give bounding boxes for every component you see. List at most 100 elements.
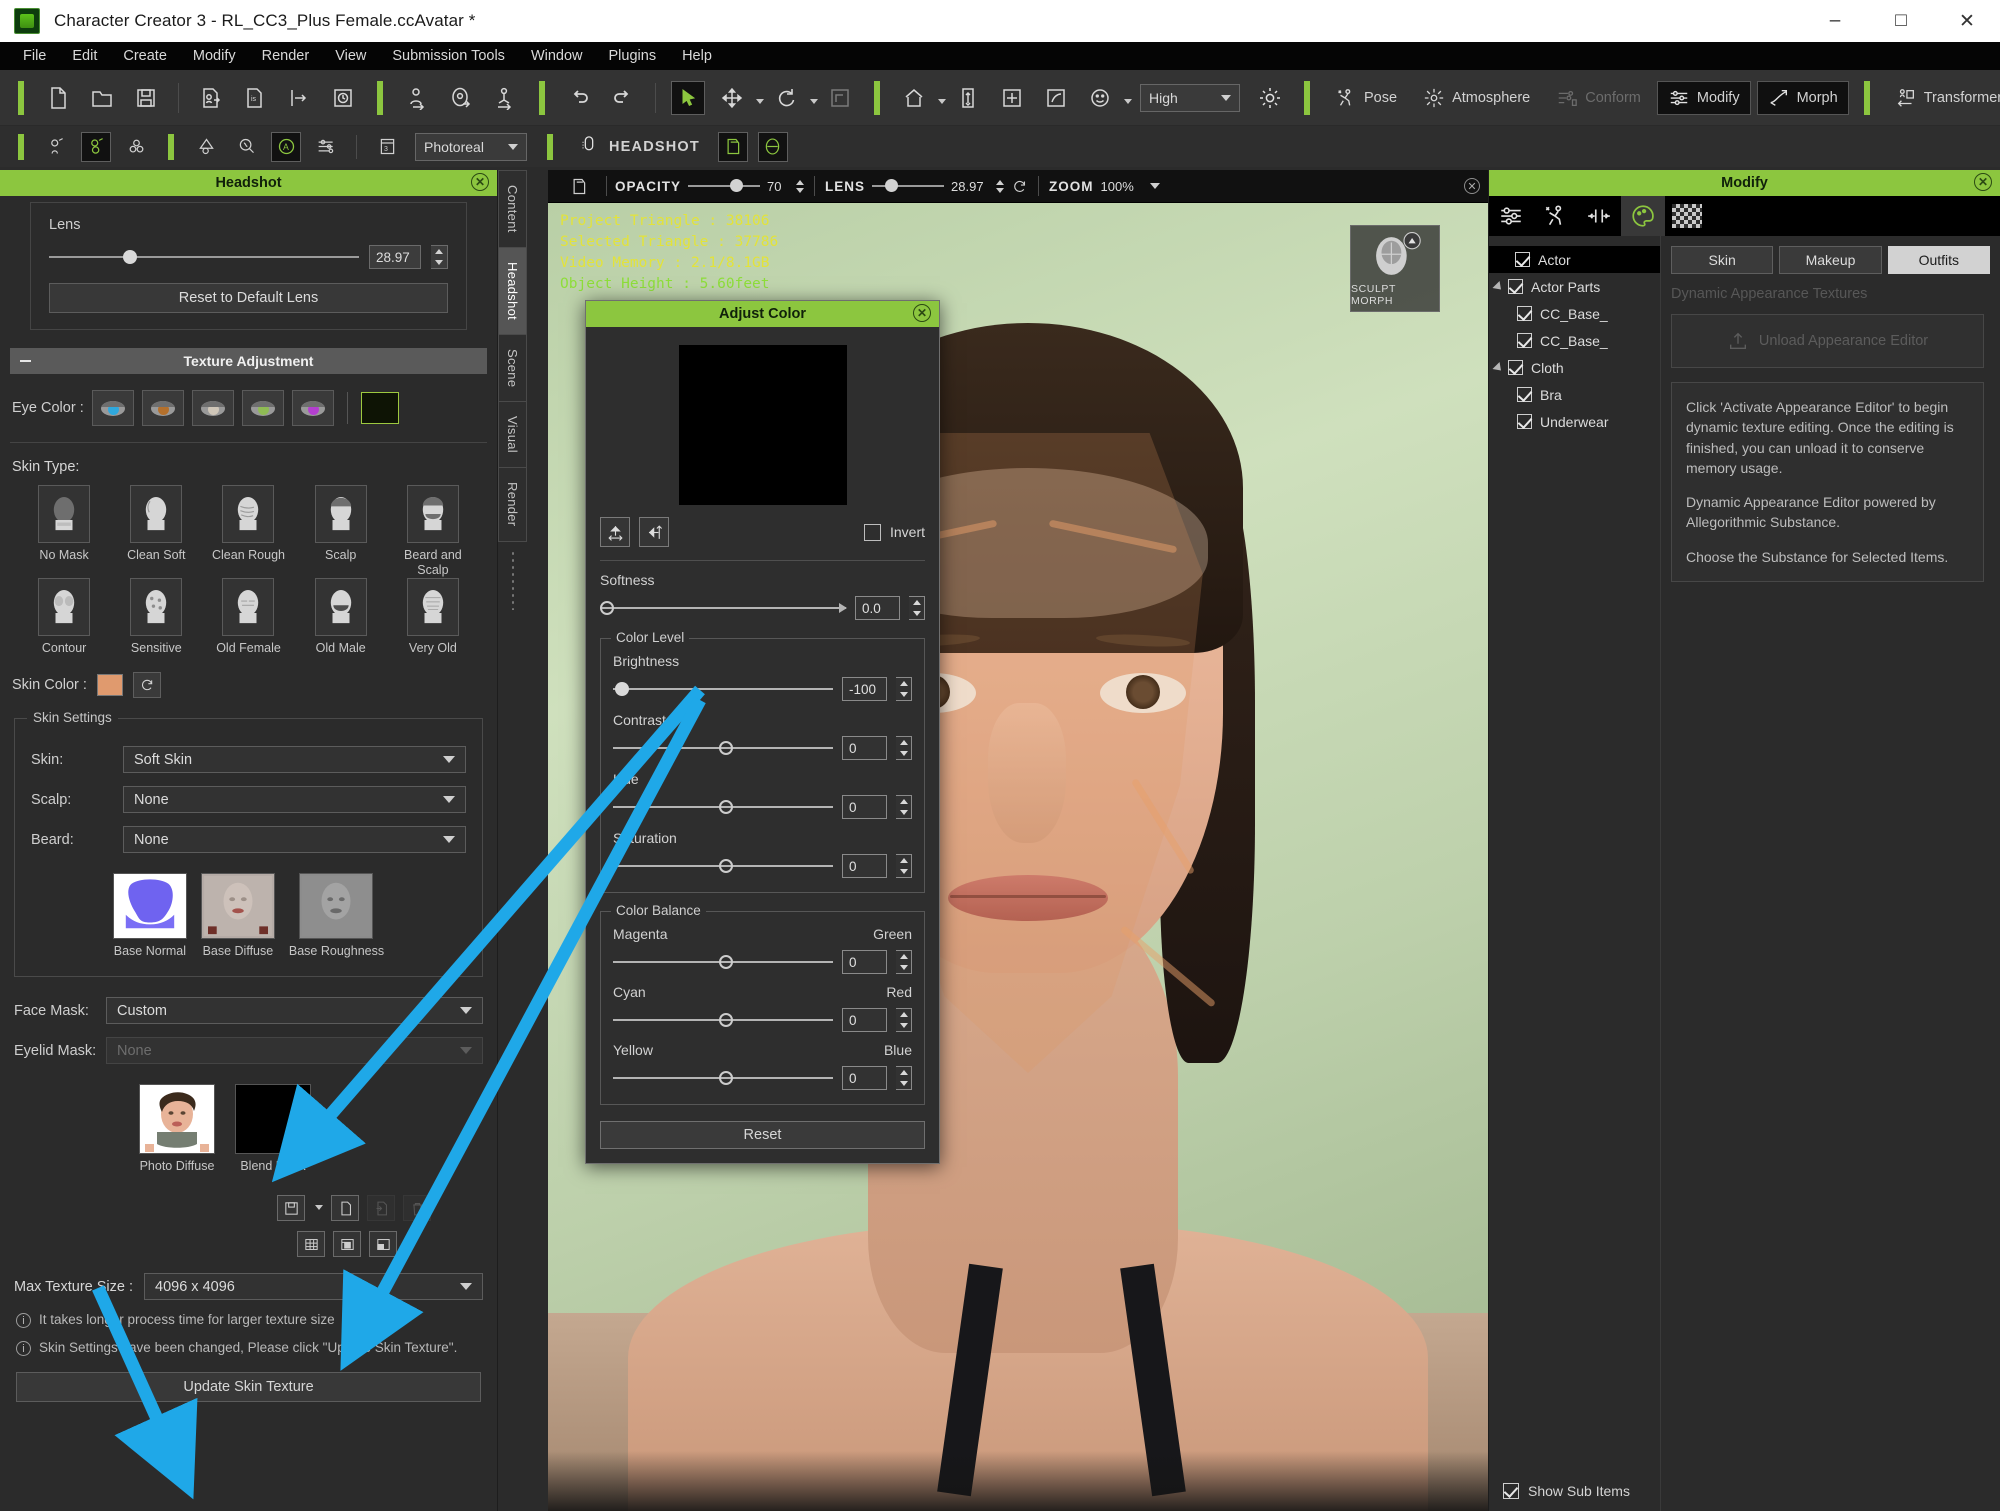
subdivision-icon[interactable]	[121, 132, 151, 162]
transformer-button[interactable]: Transformer	[1885, 82, 2000, 114]
tab-outfits[interactable]: Outfits	[1887, 246, 1990, 274]
export-icon[interactable]	[282, 81, 316, 115]
skin-type-item[interactable]: Beard and Scalp	[393, 485, 473, 578]
menu-create[interactable]: Create	[110, 45, 180, 67]
open-project-icon[interactable]	[85, 81, 119, 115]
opacity-slider-knob[interactable]	[729, 179, 743, 192]
sculpt-morph-widget[interactable]: SCULPT MORPH	[1350, 225, 1440, 312]
tree-checkbox[interactable]	[1515, 252, 1530, 267]
brightness-value[interactable]: -100	[842, 677, 887, 701]
menu-view[interactable]: View	[322, 45, 379, 67]
softness-value[interactable]: 0.0	[855, 596, 900, 620]
cyan-red-knob[interactable]	[718, 1012, 733, 1027]
copy-mask-icon[interactable]	[331, 1195, 359, 1221]
collapse-icon[interactable]	[20, 360, 31, 362]
character-icon[interactable]	[400, 81, 434, 115]
contrast-slider-knob[interactable]	[718, 740, 733, 755]
menu-edit[interactable]: Edit	[59, 45, 110, 67]
adjust-color-reset-button[interactable]: Reset	[600, 1121, 925, 1149]
sidebar-tab-headshot[interactable]: Headshot	[498, 247, 527, 335]
brightness-stepper[interactable]	[896, 677, 912, 701]
menu-modify[interactable]: Modify	[180, 45, 249, 67]
viewport-lens-knob[interactable]	[884, 179, 898, 192]
pose-icon[interactable]	[1533, 196, 1577, 236]
scale-tool-icon[interactable]	[823, 81, 857, 115]
home-view-icon[interactable]	[897, 81, 931, 115]
eye-color-swatch-3[interactable]	[241, 390, 284, 426]
maximize-button[interactable]: □	[1868, 0, 1934, 42]
grid-mask-icon[interactable]	[297, 1231, 325, 1257]
fit-all-icon[interactable]	[995, 81, 1029, 115]
saturation-slider-knob[interactable]	[718, 858, 733, 873]
skin-type-item[interactable]: Old Female	[208, 578, 288, 656]
opacity-slider[interactable]	[688, 179, 761, 192]
close-button[interactable]: ✕	[1934, 0, 2000, 42]
expression-icon[interactable]	[1083, 81, 1117, 115]
saturation-stepper[interactable]	[896, 854, 912, 878]
max-texture-select[interactable]: 4096 x 4096	[144, 1273, 483, 1300]
import-scene-icon[interactable]: is	[238, 81, 272, 115]
skin-type-item[interactable]: Scalp	[301, 485, 381, 578]
inspect-icon[interactable]	[231, 132, 261, 162]
adjust-color-icon[interactable]	[333, 1231, 361, 1257]
lens-slider[interactable]	[49, 250, 359, 264]
texture-thumb-base-roughness[interactable]: Base Roughness	[289, 873, 384, 958]
eye-color-swatch-4[interactable]	[291, 390, 334, 426]
expander-icon[interactable]	[1492, 361, 1505, 374]
tree-checkbox[interactable]	[1517, 414, 1532, 429]
expander-icon[interactable]	[1492, 280, 1505, 293]
tree-row-actor-parts[interactable]: Actor Parts	[1489, 273, 1660, 300]
viewport-lens-slider[interactable]	[872, 179, 945, 192]
atmosphere-button[interactable]: Atmosphere	[1413, 82, 1540, 114]
face-mask-icon[interactable]	[757, 131, 788, 162]
save-mask-icon[interactable]	[277, 1195, 305, 1221]
tree-row-cc-base-2[interactable]: CC_Base_	[1489, 327, 1660, 354]
yellow-blue-stepper[interactable]	[896, 1066, 912, 1090]
hue-stepper[interactable]	[896, 795, 912, 819]
tab-skin[interactable]: Skin	[1671, 246, 1774, 274]
save-project-icon[interactable]	[129, 81, 163, 115]
show-sub-items-row[interactable]: Show Sub Items	[1503, 1483, 1630, 1499]
import-character-icon[interactable]	[194, 81, 228, 115]
headshot-button[interactable]: HEADSHOT	[568, 131, 710, 163]
lens-slider-knob[interactable]	[123, 250, 138, 264]
cyan-red-slider[interactable]	[613, 1012, 833, 1027]
morph-button[interactable]: Morph	[1756, 80, 1849, 115]
invert-checkbox[interactable]	[863, 523, 881, 541]
menu-window[interactable]: Window	[518, 45, 596, 67]
sidebar-tab-content[interactable]: Content	[498, 170, 527, 248]
skin-type-item[interactable]: Old Male	[301, 578, 381, 656]
tree-row-underwear[interactable]: Underwear	[1489, 408, 1660, 435]
menu-submission[interactable]: Submission Tools	[379, 45, 518, 67]
pose-button[interactable]: Pose	[1325, 82, 1407, 114]
hue-value[interactable]: 0	[842, 795, 887, 819]
tree-checkbox[interactable]	[1508, 279, 1523, 294]
minimize-button[interactable]: –	[1802, 0, 1868, 42]
contrast-stepper[interactable]	[896, 736, 912, 760]
auto-icon[interactable]: A	[271, 131, 301, 162]
texture-adjustment-header[interactable]: Texture Adjustment	[10, 348, 487, 374]
saturation-value[interactable]: 0	[842, 854, 887, 878]
saturation-slider[interactable]	[613, 858, 833, 873]
collision-icon[interactable]	[1577, 196, 1621, 236]
settings-sliders-icon[interactable]	[311, 132, 341, 162]
menu-file[interactable]: File	[10, 45, 59, 67]
smooth-icon[interactable]	[191, 132, 221, 162]
tab-drag-handle[interactable]	[511, 549, 515, 610]
magenta-green-knob[interactable]	[718, 954, 733, 969]
opacity-stepper[interactable]	[796, 179, 805, 193]
menu-render[interactable]: Render	[249, 45, 323, 67]
tree-row-cc-base-1[interactable]: CC_Base_	[1489, 300, 1660, 327]
mask-preview[interactable]	[678, 345, 847, 505]
move-tool-icon[interactable]	[715, 81, 749, 115]
yellow-blue-slider[interactable]	[613, 1070, 833, 1085]
tree-row-cloth[interactable]: Cloth	[1489, 354, 1660, 381]
cyan-red-value[interactable]: 0	[842, 1008, 887, 1032]
close-icon[interactable]: ✕	[913, 304, 931, 322]
yellow-blue-value[interactable]: 0	[842, 1066, 887, 1090]
skin-select[interactable]: Soft Skin	[123, 746, 466, 773]
new-project-icon[interactable]	[41, 81, 75, 115]
lens-stepper[interactable]	[431, 245, 448, 269]
sidebar-tab-render[interactable]: Render	[498, 468, 527, 542]
menu-plugins[interactable]: Plugins	[596, 45, 670, 67]
